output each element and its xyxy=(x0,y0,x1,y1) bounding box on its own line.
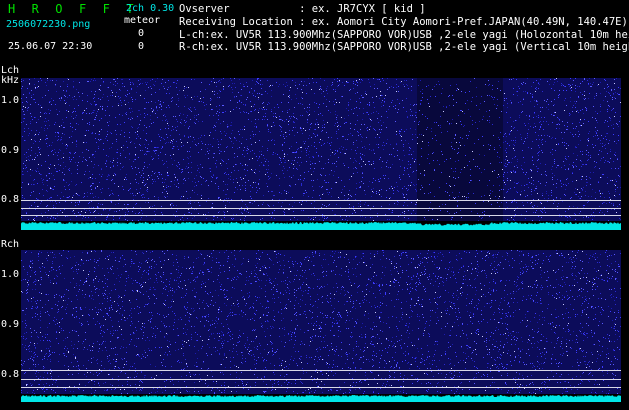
rch-label: Rch xyxy=(1,239,20,250)
lch-spectrogram xyxy=(21,78,621,230)
lch-freq-tick: 1.0 xyxy=(1,95,20,106)
capture-datetime: 25.06.07 22:30 xyxy=(8,41,93,52)
signal-trace xyxy=(21,221,621,230)
lch-info-line: L-ch:ex. UV5R 113.900Mhz(SAPPORO VOR)USB… xyxy=(179,29,629,41)
app-brand: H R O F F T xyxy=(8,2,139,16)
rch-info-line: R-ch:ex. UV5R 113.900Mhz(SAPPORO VOR)USB… xyxy=(179,41,629,53)
location-line: Receiving Location : ex. Aomori City Aom… xyxy=(179,16,628,28)
rch-spectrogram xyxy=(21,250,621,402)
rch-freq-tick: 0.9 xyxy=(1,319,20,330)
rch-freq-tick: 0.8 xyxy=(1,369,20,380)
meteor-label: meteor xyxy=(124,15,161,26)
rch-freq-tick: 1.0 xyxy=(1,269,20,280)
noise-background xyxy=(21,78,621,221)
app-version: 2ch 0.30 xyxy=(126,3,175,14)
observer-line: Ovserver : ex. JR7CYX [ kid ] xyxy=(179,3,426,15)
khz-unit-label: kHz xyxy=(1,75,20,86)
meteor-count-rch: 0 xyxy=(138,41,145,52)
signal-trace xyxy=(21,394,621,402)
lch-freq-tick: 0.9 xyxy=(1,145,20,156)
attenuated-region xyxy=(417,78,503,221)
image-filename: 2506072230.png xyxy=(6,19,91,30)
lch-freq-tick: 0.8 xyxy=(1,194,20,205)
meteor-count-lch: 0 xyxy=(138,28,145,39)
